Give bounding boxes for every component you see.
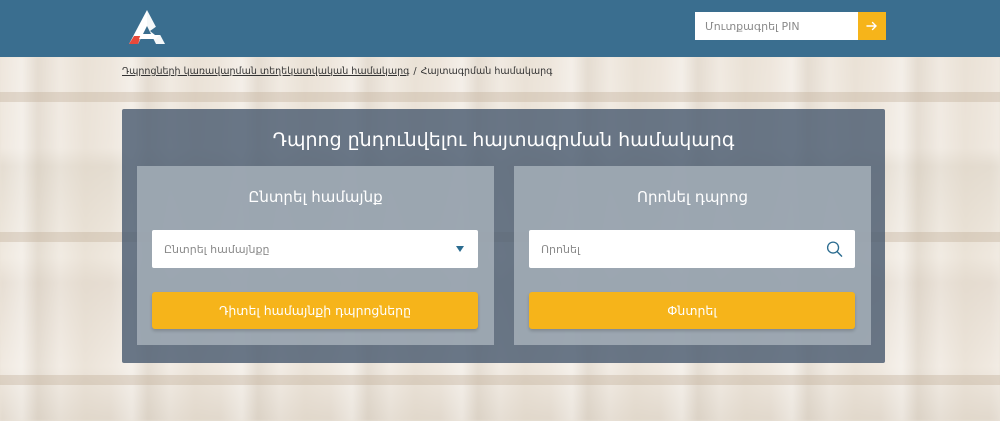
top-header [0, 0, 1000, 57]
arrow-right-icon [866, 21, 877, 31]
community-select-value: Ընտրել համայնքը [164, 242, 270, 256]
breadcrumb-home-link[interactable]: Դպրոցների կառավարման տեղեկատվական համակա… [122, 66, 409, 77]
search-button[interactable]: Փնտրել [529, 292, 855, 329]
registration-panel: Դպրոց ընդունվելու հայտագրման համակարգ Ըն… [122, 109, 885, 363]
search-icon[interactable] [826, 240, 843, 258]
school-search-card: Որոնել դպրոց Փնտրել [514, 166, 871, 345]
breadcrumb-separator: / [413, 66, 417, 77]
pin-form [695, 12, 886, 40]
school-logo-icon[interactable] [126, 7, 168, 47]
community-card-title: Ընտրել համայնք [248, 188, 383, 206]
breadcrumb-current: Հայտագրման համակարգ [420, 66, 553, 77]
page-title: Դպրոց ընդունվելու հայտագրման համակարգ [272, 129, 735, 151]
view-community-schools-button[interactable]: Դիտել համայնքի դպրոցները [152, 292, 478, 329]
school-search-input[interactable] [541, 242, 827, 256]
community-card: Ընտրել համայնք Ընտրել համայնքը Դիտել համ… [137, 166, 494, 345]
community-select[interactable]: Ընտրել համայնքը [152, 230, 478, 268]
school-search-field [529, 230, 855, 268]
school-search-card-title: Որոնել դպրոց [637, 188, 748, 206]
background-shelf [0, 92, 1000, 102]
breadcrumb: Դպրոցների կառավարման տեղեկատվական համակա… [122, 66, 552, 77]
pin-submit-button[interactable] [858, 12, 886, 40]
background-shelf [0, 375, 1000, 385]
pin-input[interactable] [695, 12, 858, 40]
caret-down-icon [456, 246, 464, 252]
